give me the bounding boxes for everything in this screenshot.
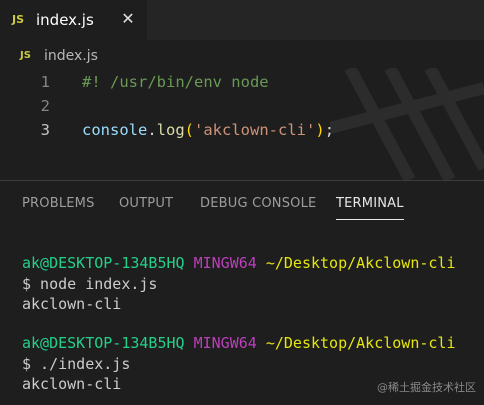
tab-terminal[interactable]: TERMINAL [336, 196, 404, 211]
code-text: #! /usr/bin/env node [82, 70, 269, 94]
token-semicolon: ; [324, 121, 335, 139]
breadcrumb-item-index-js[interactable]: index.js [44, 48, 98, 64]
prompt-path: ~/Desktop/Akclown-cli [265, 334, 456, 352]
terminal-output-line: akclown-cli [22, 375, 122, 393]
tab-debug-console[interactable]: DEBUG CONSOLE [200, 196, 316, 211]
prompt-path: ~/Desktop/Akclown-cli [265, 254, 456, 272]
token-method: log [156, 121, 185, 139]
code-line: 2 [0, 94, 484, 118]
line-number: 1 [40, 73, 50, 91]
tab-output[interactable]: OUTPUT [119, 196, 173, 211]
terminal-prompt: ak@DESKTOP-134B5HQ MINGW64 ~/Desktop/Akc… [22, 333, 456, 353]
shebang-comment: #! /usr/bin/env node [82, 73, 269, 91]
bottom-panel: PROBLEMS OUTPUT DEBUG CONSOLE TERMINAL a… [0, 180, 484, 405]
terminal-command: $ ./index.js [22, 355, 131, 373]
code-editor[interactable]: 1 #! /usr/bin/env node 2 3 console.log('… [0, 68, 484, 180]
close-icon[interactable]: ✕ [117, 8, 139, 30]
javascript-file-icon: JS [20, 50, 31, 61]
prompt-system: MINGW64 [193, 334, 257, 352]
code-line-active: 3 console.log('akclown-cli'); [0, 118, 484, 142]
breadcrumb: JS index.js [0, 44, 484, 68]
token-dot: . [147, 121, 157, 139]
tab-label: index.js [36, 11, 94, 29]
prompt-system: MINGW64 [193, 254, 257, 272]
token-object: console [82, 121, 148, 139]
line-number: 3 [40, 121, 50, 139]
terminal-prompt: ak@DESKTOP-134B5HQ MINGW64 ~/Desktop/Akc… [22, 253, 456, 273]
active-tab-indicator [336, 219, 404, 220]
javascript-file-icon: JS [12, 13, 25, 26]
terminal-output-line: akclown-cli [22, 295, 122, 313]
terminal-command: $ node index.js [22, 275, 158, 293]
source-watermark-text: @稀土掘金技术社区 [377, 381, 476, 394]
editor-tab-bar: JS index.js ✕ [0, 0, 484, 40]
line-number: 2 [40, 97, 50, 115]
prompt-user: ak@DESKTOP-134B5HQ [22, 254, 185, 272]
tab-index-js[interactable]: JS index.js ✕ [0, 0, 147, 40]
token-string: 'akclown-cli' [194, 121, 316, 139]
code-line: 1 #! /usr/bin/env node [0, 70, 484, 94]
prompt-user: ak@DESKTOP-134B5HQ [22, 334, 185, 352]
tab-problems[interactable]: PROBLEMS [22, 196, 95, 211]
code-text: console.log('akclown-cli'); [82, 118, 334, 142]
token-open-paren: ( [184, 121, 195, 139]
token-close-paren: ) [315, 121, 325, 139]
